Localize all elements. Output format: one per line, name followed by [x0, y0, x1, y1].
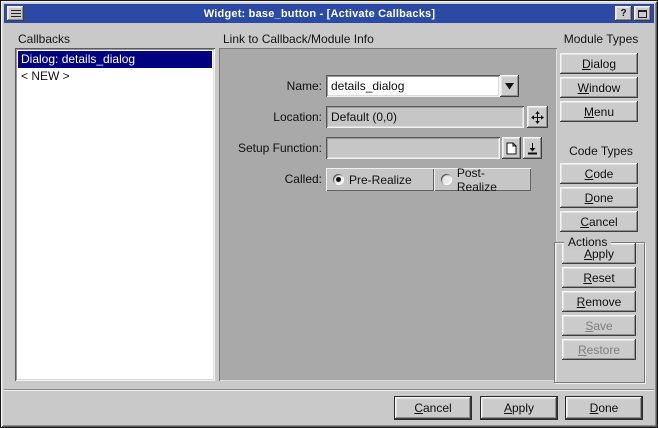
footer-cancel-label: Cancel: [414, 401, 451, 415]
action-restore-button: Restore: [562, 339, 636, 360]
setup-function-input[interactable]: [326, 137, 500, 159]
location-move-button[interactable]: [527, 106, 548, 128]
pre-realize-label: Pre-Realize: [349, 173, 412, 187]
module-types-label: Module Types: [553, 32, 649, 46]
action-remove-label: Remove: [577, 295, 622, 309]
callbacks-label: Callbacks: [18, 32, 70, 46]
location-label: Location:: [219, 106, 322, 128]
name-input[interactable]: [326, 75, 500, 97]
move-arrows-icon: [531, 111, 544, 124]
module-dialog-button[interactable]: Dialog: [560, 53, 638, 74]
dialog-window: Widget: base_button - [Activate Callback…: [0, 0, 658, 428]
post-realize-label: Post-Realize: [457, 166, 524, 194]
module-menu-label: Menu: [584, 105, 614, 119]
dropdown-arrow-icon: [505, 83, 514, 90]
action-save-button: Save: [562, 315, 636, 336]
code-code-label: Code: [585, 167, 614, 181]
document-icon: [506, 142, 517, 155]
module-window-button[interactable]: Window: [560, 77, 638, 98]
setup-pick-button[interactable]: [523, 137, 542, 159]
footer-done-button[interactable]: Done: [565, 396, 643, 420]
name-combo-button[interactable]: [500, 75, 519, 97]
code-done-button[interactable]: Done: [560, 187, 638, 208]
location-field: [326, 106, 524, 128]
action-save-label: Save: [585, 319, 612, 333]
actions-group-label: Actions: [564, 235, 611, 249]
radio-unselected-icon: [441, 174, 452, 185]
footer-cancel-button[interactable]: Cancel: [394, 396, 472, 420]
called-radio-group: Pre-Realize Post-Realize: [326, 168, 531, 191]
window-menu-icon: [11, 10, 21, 17]
action-reset-label: Reset: [583, 271, 614, 285]
setup-function-row: Setup Function:: [219, 137, 557, 159]
name-label: Name:: [219, 75, 322, 97]
window-menu-button[interactable]: [7, 6, 24, 21]
module-menu-button[interactable]: Menu: [560, 101, 638, 122]
location-input[interactable]: [326, 106, 524, 128]
help-icon: ?: [620, 8, 626, 19]
location-row: Location:: [219, 106, 557, 128]
callbacks-list[interactable]: Dialog: details_dialog < NEW >: [15, 48, 215, 381]
called-row: Called: Pre-Realize Post-Realize: [219, 168, 557, 191]
code-cancel-label: Cancel: [580, 215, 617, 229]
code-done-label: Done: [585, 191, 614, 205]
actions-group: Actions Apply Reset Remove Save Restore: [554, 242, 645, 383]
arrow-down-to-bar-icon: [527, 142, 538, 155]
titlebar: Widget: base_button - [Activate Callback…: [4, 4, 654, 23]
setup-new-button[interactable]: [502, 137, 521, 159]
maximize-button[interactable]: [634, 6, 651, 21]
pre-realize-option[interactable]: Pre-Realize: [326, 168, 434, 191]
setup-function-field: [326, 137, 500, 159]
maximize-icon: [638, 10, 647, 18]
post-realize-option[interactable]: Post-Realize: [434, 168, 531, 191]
footer-apply-label: Apply: [504, 401, 534, 415]
name-field: [326, 75, 500, 97]
list-item-details-dialog[interactable]: Dialog: details_dialog: [18, 51, 212, 68]
code-types-label: Code Types: [553, 144, 649, 158]
list-item-new[interactable]: < NEW >: [18, 68, 212, 85]
setup-function-label: Setup Function:: [219, 137, 322, 159]
code-types-column: Code Done Cancel: [560, 163, 638, 235]
footer-apply-button[interactable]: Apply: [480, 396, 558, 420]
help-button[interactable]: ?: [615, 6, 632, 21]
module-dialog-label: Dialog: [582, 57, 616, 71]
code-cancel-button[interactable]: Cancel: [560, 211, 638, 232]
name-row: Name:: [219, 75, 557, 97]
info-panel-label: Link to Callback/Module Info: [223, 32, 374, 46]
action-restore-label: Restore: [578, 343, 620, 357]
callback-info-panel: Name: Location:: [219, 48, 557, 381]
code-code-button[interactable]: Code: [560, 163, 638, 184]
action-remove-button[interactable]: Remove: [562, 291, 636, 312]
footer-separator: [4, 389, 654, 391]
module-types-column: Dialog Window Menu: [560, 53, 638, 125]
called-label: Called:: [219, 168, 322, 190]
module-window-label: Window: [578, 81, 621, 95]
action-reset-button[interactable]: Reset: [562, 267, 636, 288]
radio-selected-icon: [333, 174, 344, 185]
window-title: Widget: base_button - [Activate Callback…: [25, 8, 614, 20]
footer-done-label: Done: [590, 401, 619, 415]
